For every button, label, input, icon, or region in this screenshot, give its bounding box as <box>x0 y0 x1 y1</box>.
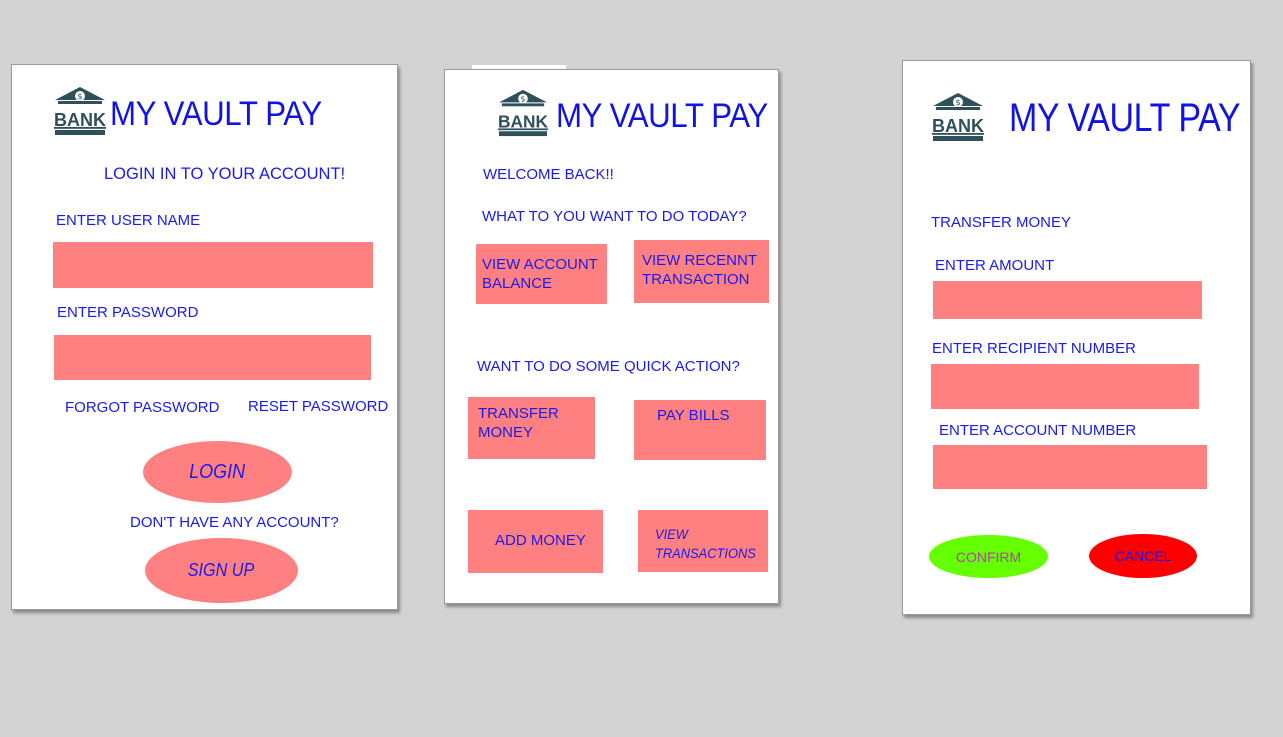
svg-text:$: $ <box>77 92 82 101</box>
bank-icon: $ BANK <box>931 91 985 143</box>
brand-title: MY VAULT PAY <box>110 95 322 133</box>
cancel-button-label: CANCEL <box>1114 548 1172 564</box>
password-label: ENTER PASSWORD <box>57 304 199 321</box>
login-screen: $ BANK MY VAULT PAY LOGIN IN TO YOUR ACC… <box>11 64 398 610</box>
transfer-heading: TRANSFER MONEY <box>931 214 1072 231</box>
add-money-label: ADD MONEY <box>495 532 586 549</box>
signup-button-label: SIGN UP <box>188 560 255 580</box>
view-balance-button[interactable]: VIEW ACCOUNT BALANCE <box>476 244 607 304</box>
transfer-money-button[interactable]: TRANSFER MONEY <box>468 397 595 459</box>
account-input[interactable] <box>933 445 1207 489</box>
add-money-button[interactable]: ADD MONEY <box>468 510 603 573</box>
dashboard-screen: $ BANK MY VAULT PAY WELCOME BACK!! WHAT … <box>444 69 779 604</box>
reset-password-link[interactable]: RESET PASSWORD <box>248 398 388 415</box>
confirm-button-label: CONFIRM <box>955 548 1022 565</box>
bank-icon: $ BANK <box>497 88 549 138</box>
login-heading: LOGIN IN TO YOUR ACCOUNT! <box>104 165 346 183</box>
brand-title: MY VAULT PAY <box>556 97 768 135</box>
svg-text:BANK: BANK <box>932 116 984 136</box>
login-button[interactable]: LOGIN <box>143 441 292 503</box>
login-button-label: LOGIN <box>189 460 246 483</box>
transfer-screen: $ BANK MY VAULT PAY TRANSFER MONEY ENTER… <box>902 60 1251 615</box>
amount-label: ENTER AMOUNT <box>935 257 1055 274</box>
svg-text:$: $ <box>955 98 960 107</box>
recipient-label: ENTER RECIPIENT NUMBER <box>932 340 1136 357</box>
svg-text:BANK: BANK <box>54 110 106 130</box>
username-label: ENTER USER NAME <box>56 212 201 229</box>
view-recent-button[interactable]: VIEW RECENNT TRANSACTION <box>634 240 769 303</box>
view-balance-label: VIEW ACCOUNT BALANCE <box>482 256 598 292</box>
amount-input[interactable] <box>933 281 1202 319</box>
bank-icon: $ BANK <box>53 85 107 137</box>
forgot-password-link[interactable]: FORGOT PASSWORD <box>65 399 219 416</box>
password-input[interactable] <box>54 335 371 380</box>
view-transactions-label: VIEW TRANSACTIONS <box>655 526 756 561</box>
today-question: WHAT TO YOU WANT TO DO TODAY? <box>482 208 747 225</box>
transfer-money-label: TRANSFER MONEY <box>478 405 559 441</box>
recipient-input[interactable] <box>931 364 1199 409</box>
confirm-button[interactable]: CONFIRM <box>929 535 1048 578</box>
brand-title: MY VAULT PAY <box>1009 96 1241 140</box>
username-input[interactable] <box>53 242 373 288</box>
cancel-button[interactable]: CANCEL <box>1089 534 1197 578</box>
view-recent-label: VIEW RECENNT TRANSACTION <box>642 252 757 288</box>
svg-text:BANK: BANK <box>498 111 548 131</box>
quick-action-text: WANT TO DO SOME QUICK ACTION? <box>477 358 740 375</box>
no-account-text: DON'T HAVE ANY ACCOUNT? <box>130 514 339 531</box>
account-label: ENTER ACCOUNT NUMBER <box>939 422 1137 439</box>
pay-bills-label: PAY BILLS <box>657 407 730 424</box>
signup-button[interactable]: SIGN UP <box>145 538 298 603</box>
welcome-text: WELCOME BACK!! <box>483 166 614 183</box>
svg-text:$: $ <box>521 94 526 103</box>
pay-bills-button[interactable]: PAY BILLS <box>634 400 766 460</box>
view-transactions-button[interactable]: VIEW TRANSACTIONS <box>638 510 768 572</box>
